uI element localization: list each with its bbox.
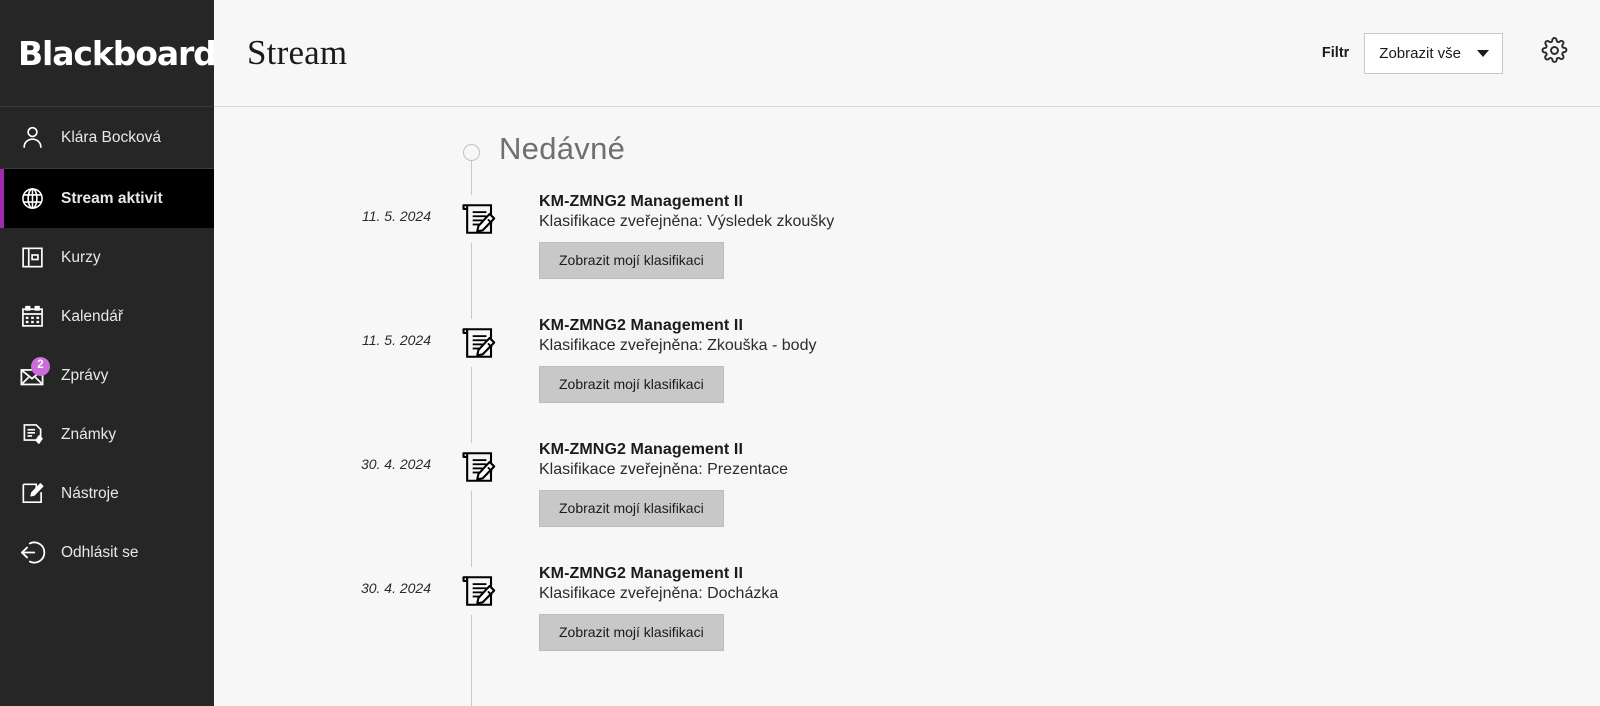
- page-title: Stream: [247, 33, 348, 72]
- sidebar-item-label: Kalendář: [61, 307, 124, 325]
- globe-icon: [17, 184, 47, 214]
- gear-icon: [1541, 37, 1568, 69]
- item-course-title: KM-ZMNG2 Management II: [539, 565, 743, 582]
- brand-name: Blackboard: [18, 33, 217, 73]
- item-description: Klasifikace zveřejněna: Zkouška - body: [539, 337, 817, 354]
- item-icon-wrap: [454, 559, 506, 615]
- sidebar-item-label: Odhlásit se: [61, 543, 139, 561]
- calendar-icon: [17, 302, 47, 332]
- sidebar-item-user[interactable]: Klára Bocková: [0, 107, 214, 169]
- topbar-controls: Filtr Zobrazit vše: [1321, 32, 1572, 74]
- user-icon: [17, 123, 47, 153]
- chevron-down-icon: [1477, 49, 1489, 57]
- settings-button[interactable]: [1536, 35, 1572, 71]
- unread-badge: 2: [31, 356, 50, 376]
- sidebar-nav: Klára Bocková Stream aktivit Kurzy Kalen…: [0, 107, 214, 582]
- item-date: 30. 4. 2024: [360, 580, 431, 596]
- activity-stream: Nedávné 11. 5. 2024 KM-ZMNG2 Management …: [214, 107, 1600, 706]
- filter-selected-value: Zobrazit vše: [1379, 44, 1461, 62]
- item-course-title: KM-ZMNG2 Management II: [539, 193, 743, 210]
- item-body: KM-ZMNG2 Management II Klasifikace zveře…: [506, 311, 816, 403]
- filter-label: Filtr: [1321, 45, 1350, 61]
- sidebar-item-label: Stream aktivit: [61, 189, 163, 207]
- stream-item: 30. 4. 2024 KM-ZMNG2 Management II Klasi…: [214, 435, 1600, 559]
- item-body: KM-ZMNG2 Management II Klasifikace zveře…: [506, 187, 834, 279]
- item-description: Klasifikace zveřejněna: Výsledek zkoušky: [539, 213, 835, 230]
- sidebar-item-label: Zprávy: [61, 366, 109, 384]
- item-course-title: KM-ZMNG2 Management II: [539, 317, 743, 334]
- app-root: Blackboard® Klára Bocková: [0, 0, 1600, 706]
- sidebar-item-nastroje[interactable]: Nástroje: [0, 464, 214, 523]
- item-date: 11. 5. 2024: [361, 332, 431, 348]
- item-description: Klasifikace zveřejněna: Prezentace: [539, 461, 789, 478]
- sidebar-item-kalendar[interactable]: Kalendář: [0, 287, 214, 346]
- sidebar-item-label: Nástroje: [61, 484, 119, 502]
- item-icon-wrap: [454, 435, 506, 491]
- view-my-grade-button[interactable]: Zobrazit mojí klasifikaci: [539, 366, 724, 403]
- stream-item: 11. 5. 2024 KM-ZMNG2 Management II Klasi…: [214, 311, 1600, 435]
- courses-book-icon: [17, 243, 47, 273]
- item-icon-wrap: [454, 187, 506, 243]
- topbar: Stream Filtr Zobrazit vše: [214, 0, 1600, 107]
- main-area: Stream Filtr Zobrazit vše Nedávné 11. 5.…: [214, 0, 1600, 706]
- sidebar-item-zpravy[interactable]: 2 Zprávy: [0, 346, 214, 405]
- sidebar-item-label: Kurzy: [61, 248, 101, 266]
- item-course-title: KM-ZMNG2 Management II: [539, 441, 743, 458]
- sidebar: Blackboard® Klára Bocková: [0, 0, 225, 706]
- stream-item: 11. 5. 2024 KM-ZMNG2 Management II Klasi…: [214, 187, 1600, 311]
- grades-document-icon: [17, 420, 47, 450]
- brand-header: Blackboard®: [0, 0, 225, 107]
- sidebar-item-znamky[interactable]: Známky: [0, 405, 214, 464]
- stream-item-list: 11. 5. 2024 KM-ZMNG2 Management II Klasi…: [214, 187, 1600, 683]
- filter-dropdown[interactable]: Zobrazit vše: [1364, 32, 1503, 74]
- document-pencil-icon: [458, 567, 502, 615]
- timeline-start-dot: [463, 144, 480, 161]
- document-pencil-icon: [458, 195, 502, 243]
- sidebar-item-label: Klára Bocková: [61, 128, 161, 146]
- envelope-icon: 2: [17, 356, 50, 391]
- blackboard-logo: Blackboard®: [18, 33, 225, 73]
- item-description: Klasifikace zveřejněna: Docházka: [539, 585, 779, 602]
- document-pencil-icon: [458, 319, 502, 367]
- stream-item: 30. 4. 2024 KM-ZMNG2 Management II Klasi…: [214, 559, 1600, 683]
- sidebar-item-stream-aktivit[interactable]: Stream aktivit: [0, 169, 214, 228]
- item-date: 11. 5. 2024: [361, 208, 431, 224]
- section-heading-nedavne: Nedávné: [499, 131, 626, 166]
- item-body: KM-ZMNG2 Management II Klasifikace zveře…: [506, 559, 778, 651]
- sidebar-item-label: Známky: [61, 425, 117, 443]
- item-date: 30. 4. 2024: [360, 456, 431, 472]
- tools-edit-icon: [17, 479, 47, 509]
- item-body: KM-ZMNG2 Management II Klasifikace zveře…: [506, 435, 788, 527]
- document-pencil-icon: [458, 443, 502, 491]
- view-my-grade-button[interactable]: Zobrazit mojí klasifikaci: [539, 490, 724, 527]
- logout-icon: [17, 538, 47, 568]
- view-my-grade-button[interactable]: Zobrazit mojí klasifikaci: [539, 242, 724, 279]
- sidebar-item-kurzy[interactable]: Kurzy: [0, 228, 214, 287]
- item-icon-wrap: [454, 311, 506, 367]
- sidebar-item-odhlasit-se[interactable]: Odhlásit se: [0, 523, 214, 582]
- view-my-grade-button[interactable]: Zobrazit mojí klasifikaci: [539, 614, 724, 651]
